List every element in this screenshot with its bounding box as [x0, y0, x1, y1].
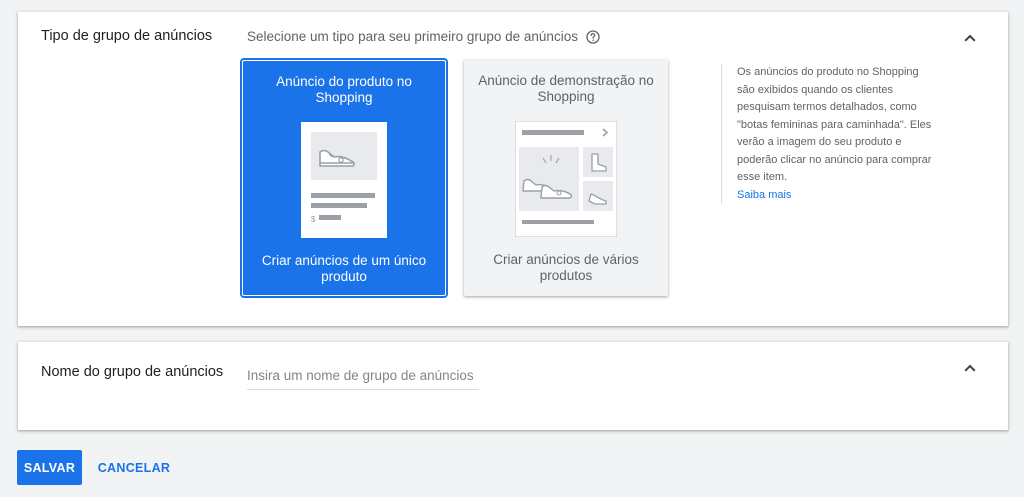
ad-group-name-input[interactable]	[247, 362, 479, 390]
learn-more-link[interactable]: Saiba mais	[737, 187, 937, 205]
info-panel: Os anúncios do produto no Shopping são e…	[737, 64, 937, 204]
section-title-ad-group-name: Nome do grupo de anúncios	[41, 364, 224, 380]
option-product-ad-title: Anúncio do produto no Shopping	[276, 74, 412, 105]
chevron-up-icon[interactable]	[960, 358, 980, 378]
product-ad-illustration: $	[301, 122, 387, 242]
section-title-ad-group-type: Tipo de grupo de anúncios	[41, 28, 213, 44]
save-button[interactable]: SALVAR	[17, 450, 82, 485]
ad-group-type-card: Tipo de grupo de anúncios Selecione um t…	[18, 12, 1008, 326]
cancel-button[interactable]: CANCELAR	[92, 450, 176, 485]
ad-group-type-subtitle: Selecione um tipo para seu primeiro grup…	[247, 29, 600, 44]
option-showcase-ad-description: Criar anúncios de vários produtos	[493, 252, 639, 283]
ad-group-name-card: Nome do grupo de anúncios	[18, 342, 1008, 430]
ad-group-type-subtitle-text: Selecione um tipo para seu primeiro grup…	[247, 29, 578, 44]
svg-text:$: $	[311, 215, 316, 224]
info-text: Os anúncios do produto no Shopping são e…	[737, 66, 932, 183]
info-divider	[721, 64, 722, 204]
option-showcase-ad-title: Anúncio de demonstração no Shopping	[478, 73, 654, 104]
chevron-up-icon[interactable]	[960, 28, 980, 48]
option-product-ad[interactable]: Anúncio do produto no Shopping $ Criar a…	[240, 58, 448, 298]
showcase-ad-illustration	[514, 120, 618, 241]
help-circle-icon[interactable]	[586, 29, 600, 44]
option-product-ad-description: Criar anúncios de um único produto	[261, 253, 427, 284]
option-showcase-ad[interactable]: Anúncio de demonstração no Shopping Cria…	[464, 60, 668, 296]
